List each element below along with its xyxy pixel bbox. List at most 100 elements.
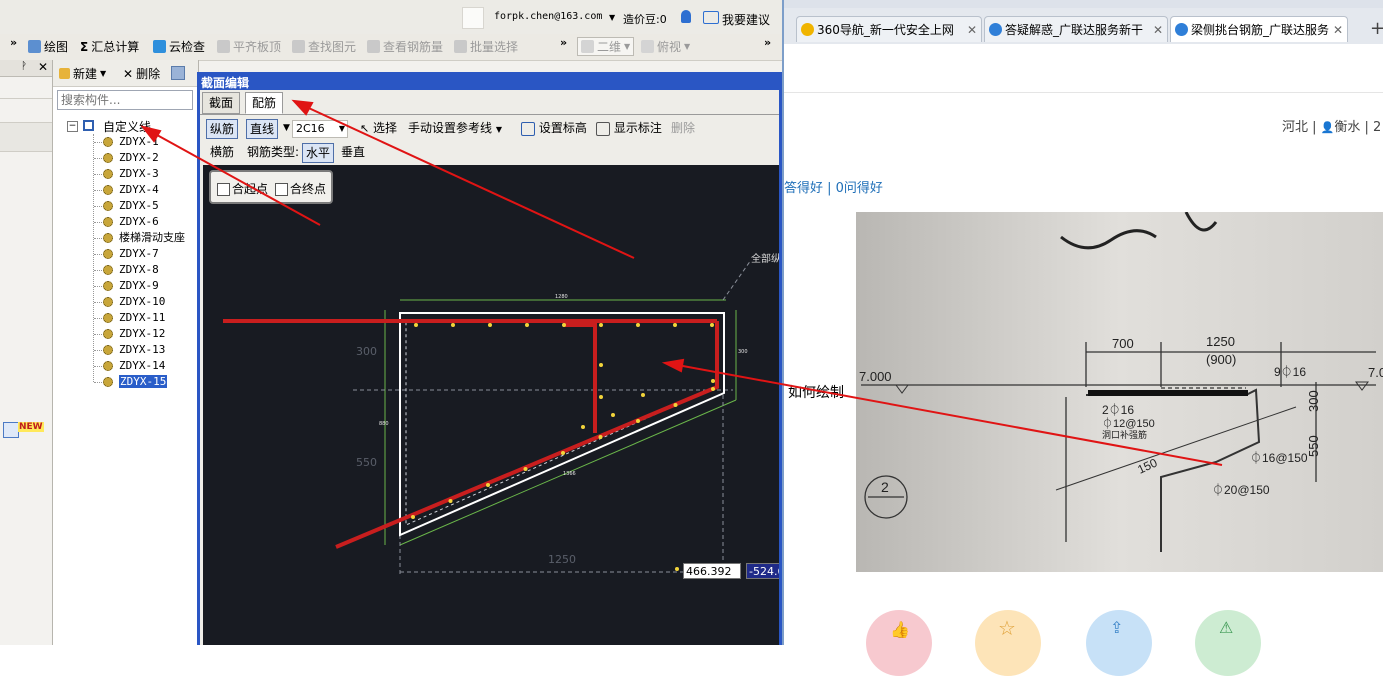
- user-name[interactable]: 衡水 | 2: [1334, 120, 1381, 135]
- batch-select-button[interactable]: 批量选择: [454, 38, 518, 55]
- horizontal-button[interactable]: 水平: [302, 143, 335, 163]
- inner-rebar: [563, 323, 597, 433]
- component-gear-icon: [103, 233, 113, 243]
- tree-item-label: 楼梯滑动支座: [119, 231, 185, 244]
- account-email[interactable]: forpk.chen@163.com: [494, 11, 602, 22]
- new-component-button[interactable]: 新建 ▼: [59, 65, 106, 82]
- tree-root-label[interactable]: 自定义线: [103, 118, 151, 135]
- sigma-icon: Σ: [80, 39, 89, 54]
- rebar-dot: [611, 413, 615, 417]
- find-element-button[interactable]: 查找图元: [292, 38, 356, 55]
- bell-icon[interactable]: [681, 10, 691, 23]
- component-gear-icon: [103, 281, 113, 291]
- tree-item[interactable]: ZDYX-15: [94, 374, 168, 390]
- tab-reinforcement[interactable]: 配筋: [245, 92, 284, 114]
- tree-item-label: ZDYX-14: [119, 359, 166, 372]
- tree-branch-line: [94, 350, 102, 351]
- new-tab-button[interactable]: +: [1370, 18, 1383, 39]
- rebar-dot: [598, 435, 603, 439]
- long-rebar-button[interactable]: 纵筋: [206, 119, 239, 139]
- rebar-dot: [451, 323, 455, 327]
- rebar-dot: [599, 323, 603, 327]
- tree-item[interactable]: ZDYX-13: [94, 342, 165, 358]
- component-tree-panel: 新建▼ ✕删除 − 自定义线 ZDYX-1 ZDYX-2 ZDYX-3 ZDYX-4 Z…: [53, 60, 199, 645]
- rebar-dot: [562, 323, 566, 327]
- close-tab-icon-2[interactable]: ✕: [1150, 17, 1163, 42]
- tree-branch-line: [94, 286, 102, 287]
- tab-qa[interactable]: 答疑解惑_广联达服务新干 ✕: [984, 16, 1168, 42]
- tree-item[interactable]: ZDYX-2: [94, 150, 159, 166]
- delete-rebar-button[interactable]: 删除: [668, 119, 698, 137]
- tree-item[interactable]: ZDYX-1: [94, 134, 159, 150]
- tree-item[interactable]: ZDYX-10: [94, 294, 165, 310]
- section-drawing-canvas[interactable]: 1280 300 550 1250 300 880 1366 全部纵 合起点 合…: [203, 165, 779, 645]
- overflow-chevron-icon-3[interactable]: »: [764, 36, 771, 49]
- line-mode-button[interactable]: 直线: [246, 119, 279, 139]
- tree-item[interactable]: ZDYX-9: [94, 278, 159, 294]
- tab-360-nav[interactable]: 360导航_新一代安全上网 ✕: [796, 16, 982, 42]
- view-select[interactable]: 俯视 ▼: [641, 38, 690, 55]
- flatten-slab-button[interactable]: 平齐板顶: [217, 38, 281, 55]
- collapse-toggle[interactable]: −: [67, 121, 78, 132]
- transverse-rebar-button[interactable]: 横筋: [207, 143, 237, 161]
- tree-item[interactable]: ZDYX-7: [94, 246, 159, 262]
- select-button[interactable]: ↖ 选择: [357, 119, 400, 137]
- cad-application: forpk.chen@163.com ▼ 造价豆:0 我要建议 » 绘图 Σ 汇总…: [0, 0, 782, 645]
- tab-section[interactable]: 截面: [202, 92, 241, 114]
- rebar-dot: [636, 323, 640, 327]
- tree-item[interactable]: ZDYX-4: [94, 182, 159, 198]
- close-tab-icon-3[interactable]: ✕: [1330, 17, 1343, 42]
- share-button[interactable]: ⇪: [1086, 610, 1152, 676]
- tree-item[interactable]: 楼梯滑动支座: [94, 230, 185, 246]
- account-dropdown-icon[interactable]: ▼: [609, 13, 615, 22]
- rebar-spec-select[interactable]: 2C16 ▼: [292, 120, 348, 138]
- tree-guide-line: [93, 134, 95, 382]
- coord-x-input[interactable]: 466.392: [683, 563, 741, 579]
- delete-component-button[interactable]: ✕ 删除: [123, 65, 160, 82]
- dialog-tab-strip: 截面 配筋: [200, 90, 779, 115]
- manual-ref-line-button[interactable]: 手动设置参考线 ▼: [405, 119, 505, 137]
- tree-item[interactable]: ZDYX-6: [94, 214, 159, 230]
- tree-item[interactable]: ZDYX-5: [94, 198, 159, 214]
- grid-icon[interactable]: [3, 422, 19, 438]
- tree-item[interactable]: ZDYX-3: [94, 166, 159, 182]
- rebar-view-icon: [367, 40, 380, 53]
- cloud-check-button[interactable]: 云检查: [153, 38, 205, 55]
- tab-beam-rebar[interactable]: 梁侧挑台钢筋_广联达服务 ✕: [1170, 16, 1348, 42]
- tree-item[interactable]: ZDYX-12: [94, 326, 165, 342]
- tree-item[interactable]: ZDYX-11: [94, 310, 166, 326]
- component-search-input[interactable]: [57, 90, 193, 110]
- line-mode-dropdown-icon[interactable]: ▼: [280, 119, 293, 137]
- close-icon[interactable]: ✕: [38, 60, 48, 74]
- summary-calc-button[interactable]: Σ 汇总计算: [80, 38, 139, 55]
- dimension-select[interactable]: 二维 ▼: [577, 37, 635, 56]
- rebar-dot: [561, 451, 565, 455]
- question-photo[interactable]: 700 1250 (900) 7.000 7.00 9⏀16 2⏀16 ⏀12@…: [856, 212, 1383, 572]
- overflow-chevron-icon-2[interactable]: »: [560, 36, 567, 49]
- set-elevation-button[interactable]: 设置标高: [518, 119, 590, 137]
- tree-branch-line: [94, 254, 102, 255]
- overflow-chevron-icon[interactable]: »: [10, 36, 17, 49]
- draw-button[interactable]: 绘图: [28, 38, 68, 55]
- tree-item[interactable]: ZDYX-8: [94, 262, 159, 278]
- favorite-button[interactable]: ☆: [975, 610, 1041, 676]
- report-button[interactable]: ⚠: [1195, 610, 1261, 676]
- view-rebar-button[interactable]: 查看钢筋量: [367, 38, 443, 55]
- pin-icon[interactable]: ᚹ: [21, 61, 27, 72]
- dim-right: 300: [738, 349, 748, 355]
- tree-item[interactable]: ZDYX-14: [94, 358, 166, 374]
- tree-item-label: ZDYX-11: [119, 311, 166, 324]
- rebar-dot: [711, 387, 715, 391]
- chevron-down-icon-4: ▼: [338, 124, 345, 133]
- start-point-checkbox[interactable]: 合起点: [217, 180, 268, 197]
- suggest-link[interactable]: 我要建议: [722, 11, 770, 28]
- label-r4: 洞口补强筋: [1102, 429, 1147, 440]
- show-mark-button[interactable]: 显示标注: [593, 119, 665, 137]
- coord-y-input[interactable]: -524.6: [746, 563, 779, 579]
- end-point-checkbox[interactable]: 合终点: [275, 180, 326, 197]
- like-button[interactable]: 👍: [866, 610, 932, 676]
- close-tab-icon[interactable]: ✕: [964, 17, 977, 42]
- vertical-button[interactable]: 垂直: [338, 143, 368, 161]
- answer-stats[interactable]: 答得好 | 0问得好: [784, 177, 883, 196]
- copy-icon[interactable]: [171, 66, 185, 80]
